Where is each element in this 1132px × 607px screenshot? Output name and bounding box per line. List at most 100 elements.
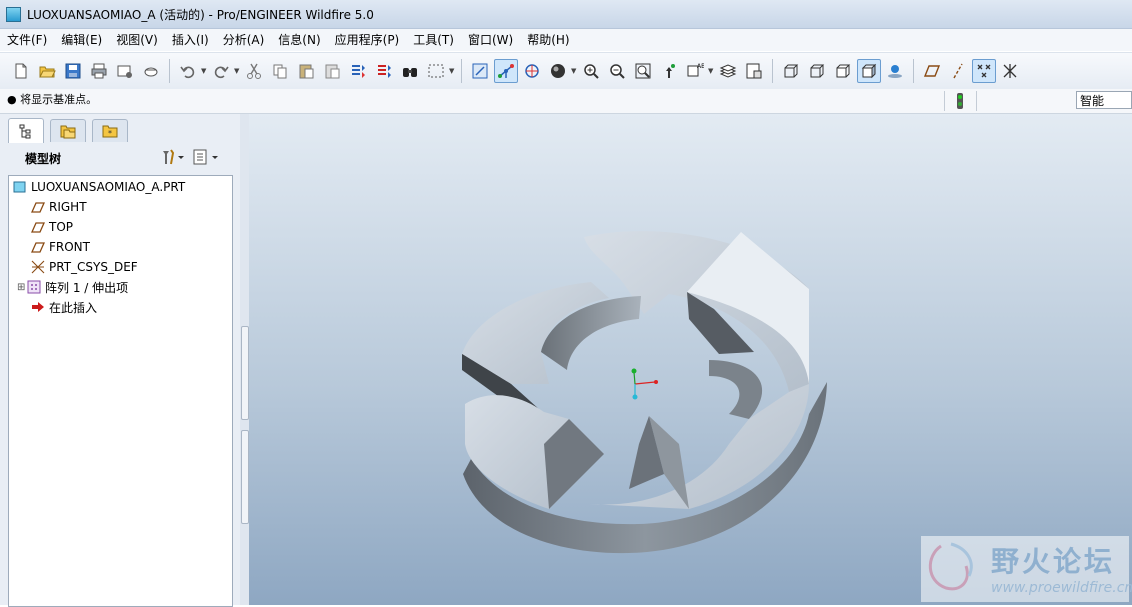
- tree-item-label: PRT_CSYS_DEF: [49, 260, 138, 274]
- repaint-icon[interactable]: [468, 59, 492, 83]
- helical-sweep-model[interactable]: [249, 114, 1132, 605]
- appearance-sphere-icon[interactable]: [546, 59, 570, 83]
- show-options-icon[interactable]: [192, 148, 222, 169]
- coordinate-systems-icon[interactable]: [998, 59, 1022, 83]
- menu-insert[interactable]: 插入(I): [165, 29, 216, 51]
- datum-plane-icon: [31, 220, 45, 234]
- menu-window[interactable]: 窗口(W): [461, 29, 520, 51]
- csys-x-axis: [634, 381, 656, 385]
- shading-icon[interactable]: [857, 59, 881, 83]
- favorites-folder-icon: *: [102, 125, 118, 138]
- zoom-out-icon[interactable]: [605, 59, 629, 83]
- status-separator: [944, 91, 945, 111]
- copy-icon[interactable]: [268, 59, 292, 83]
- reorient-icon[interactable]: [657, 59, 681, 83]
- layers-icon[interactable]: [716, 59, 740, 83]
- datum-plane-icon: [31, 200, 45, 214]
- menu-analysis[interactable]: 分析(A): [216, 29, 272, 51]
- main-toolbar: ▼ ▼ ▼ ▼ AB ▼: [0, 52, 1132, 90]
- tree-item-right[interactable]: RIGHT: [31, 197, 87, 217]
- menu-view[interactable]: 视图(V): [109, 29, 165, 51]
- paste-icon[interactable]: [294, 59, 318, 83]
- menu-info[interactable]: 信息(N): [271, 29, 327, 51]
- no-hidden-icon[interactable]: [831, 59, 855, 83]
- tree-item-label: 阵列 1 / 伸出项: [45, 280, 129, 295]
- new-file-icon[interactable]: [9, 59, 33, 83]
- selection-filter-select[interactable]: 智能: [1076, 91, 1132, 109]
- refit-icon[interactable]: [631, 59, 655, 83]
- settings-tools-icon[interactable]: [160, 148, 186, 169]
- saved-views-icon[interactable]: AB: [683, 59, 707, 83]
- datum-axes-icon[interactable]: [946, 59, 970, 83]
- selection-box-icon[interactable]: [424, 59, 448, 83]
- regenerate-icon[interactable]: [346, 59, 370, 83]
- menu-file[interactable]: 文件(F): [0, 29, 54, 51]
- save-icon[interactable]: [61, 59, 85, 83]
- folder-browser-icon: [60, 125, 76, 139]
- expand-icon[interactable]: ⊞: [17, 282, 27, 293]
- menu-edit[interactable]: 编辑(E): [54, 29, 109, 51]
- redo-dropdown[interactable]: ▼: [234, 67, 241, 75]
- tree-item-label: 在此插入: [49, 300, 98, 315]
- tab-model-tree[interactable]: [8, 118, 44, 143]
- title-bar: LUOXUANSAOMIAO_A (活动的) - Pro/ENGINEER Wi…: [0, 0, 1132, 29]
- toolbar-separator: [461, 59, 462, 83]
- tree-item-label: FRONT: [49, 240, 90, 254]
- print-icon[interactable]: [87, 59, 111, 83]
- copy-mail-icon[interactable]: [139, 59, 163, 83]
- csys-y-end: [631, 368, 637, 374]
- splitter-handle[interactable]: [241, 326, 249, 420]
- tree-item-top[interactable]: TOP: [31, 217, 73, 237]
- undo-icon[interactable]: [176, 59, 200, 83]
- selection-dropdown[interactable]: ▼: [449, 67, 456, 75]
- navigator-panel: * 模型树 LUOXUANSAOMIAO_A.PRT RIGHT TOP FRO…: [0, 114, 240, 607]
- part-icon: [6, 6, 21, 22]
- status-message: ● 将显示基准点。: [7, 93, 98, 106]
- menu-applications[interactable]: 应用程序(P): [328, 29, 407, 51]
- csys-y-axis: [633, 371, 636, 385]
- zoom-in-icon[interactable]: [579, 59, 603, 83]
- forum-logo-icon: [928, 542, 973, 591]
- splitter-handle[interactable]: [241, 430, 249, 524]
- message-area: ● 将显示基准点。 智能: [0, 89, 1132, 114]
- saved-views-dropdown[interactable]: ▼: [708, 67, 715, 75]
- orient-mode-icon[interactable]: [520, 59, 544, 83]
- panel-splitter[interactable]: [240, 114, 249, 605]
- datum-planes-icon[interactable]: [920, 59, 944, 83]
- cut-icon[interactable]: [242, 59, 266, 83]
- redo-icon[interactable]: [209, 59, 233, 83]
- menu-tools[interactable]: 工具(T): [406, 29, 461, 51]
- send-mail-icon[interactable]: [113, 59, 137, 83]
- regen-status-icon[interactable]: [952, 92, 968, 110]
- open-folder-icon[interactable]: [35, 59, 59, 83]
- csys-z-end: [632, 394, 638, 400]
- model-tree-icon: [19, 124, 31, 139]
- hidden-line-icon[interactable]: [805, 59, 829, 83]
- tree-item-insert-here[interactable]: 在此插入: [31, 297, 97, 317]
- tree-item-front[interactable]: FRONT: [31, 237, 90, 257]
- toolbar-separator: [913, 59, 914, 83]
- appearance-dropdown[interactable]: ▼: [571, 67, 578, 75]
- regen-manager-icon[interactable]: [372, 59, 396, 83]
- toolbar-separator: [169, 59, 170, 83]
- watermark-brand: 野火论坛: [991, 545, 1116, 578]
- window-title: LUOXUANSAOMIAO_A (活动的) - Pro/ENGINEER Wi…: [27, 7, 374, 22]
- paste-special-icon[interactable]: [320, 59, 344, 83]
- spin-center-icon[interactable]: [494, 59, 518, 83]
- wireframe-icon[interactable]: [779, 59, 803, 83]
- undo-dropdown[interactable]: ▼: [201, 67, 208, 75]
- graphics-window[interactable]: 野火论坛 www.proewildfire.cn: [249, 114, 1132, 605]
- menu-help[interactable]: 帮助(H): [520, 29, 576, 51]
- toolbar-separator: [772, 59, 773, 83]
- datum-points-icon[interactable]: [972, 59, 996, 83]
- find-icon[interactable]: [398, 59, 422, 83]
- tree-item-pattern[interactable]: ⊞ 阵列 1 / 伸出项: [17, 277, 128, 297]
- tab-folder-browser[interactable]: [50, 119, 86, 142]
- tab-favorites[interactable]: *: [92, 119, 128, 142]
- tree-item-csys[interactable]: PRT_CSYS_DEF: [31, 257, 138, 277]
- watermark-url: www.proewildfire.cn: [991, 580, 1132, 596]
- svg-text:AB: AB: [697, 63, 704, 70]
- tree-item-part[interactable]: LUOXUANSAOMIAO_A.PRT: [13, 177, 185, 197]
- enhanced-realism-icon[interactable]: [883, 59, 907, 83]
- view-manager-icon[interactable]: [742, 59, 766, 83]
